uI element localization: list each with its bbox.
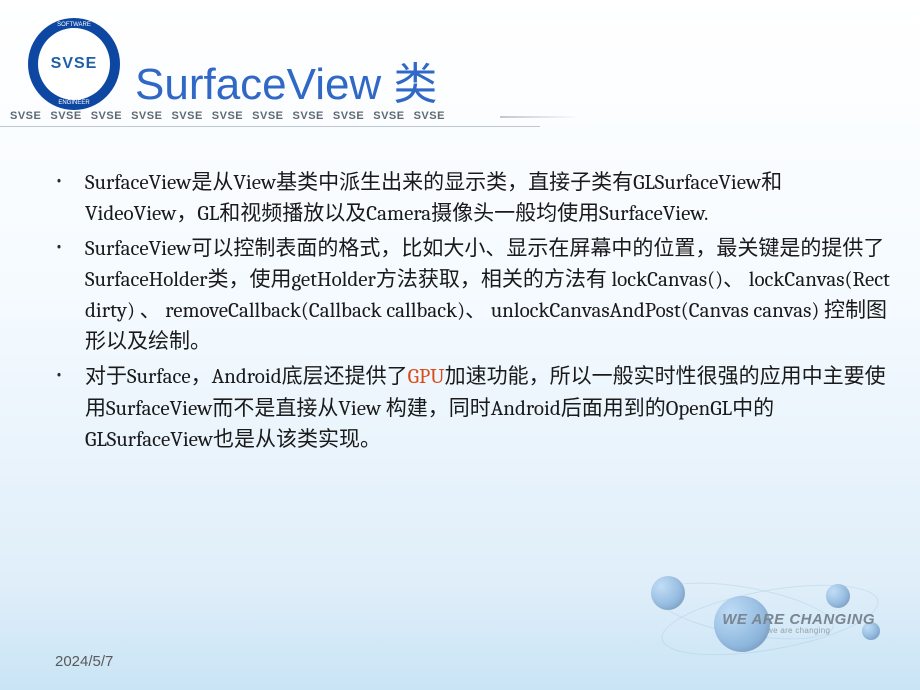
- svse-band-item: SVSE: [50, 110, 81, 122]
- svse-band-item: SVSE: [252, 110, 283, 122]
- bullet-item: SurfaceView可以控制表面的格式，比如大小、显示在屏幕中的位置，最关键是…: [55, 234, 890, 358]
- bullet-item: SurfaceView是从View基类中派生出来的显示类，直接子类有GLSurf…: [55, 168, 890, 230]
- svse-band-item: SVSE: [212, 110, 243, 122]
- logo-center: SVSE: [38, 28, 110, 100]
- slide-header: SOFTWARE SVSE ENGINEER SurfaceView 类 SVS…: [0, 0, 920, 128]
- planet-icon: [826, 584, 850, 608]
- bullet-text-pre: 对于Surface，Android底层还提供了: [85, 365, 408, 389]
- svse-logo: SOFTWARE SVSE ENGINEER: [28, 18, 120, 110]
- slide-date: 2024/5/7: [55, 653, 113, 670]
- svse-band-item: SVSE: [91, 110, 122, 122]
- planet-icon: [651, 576, 685, 610]
- bullet-text: SurfaceView是从View基类中派生出来的显示类，直接子类有GLSurf…: [85, 171, 782, 226]
- bullet-list: SurfaceView是从View基类中派生出来的显示类，直接子类有GLSurf…: [55, 168, 890, 456]
- svse-band-item: SVSE: [171, 110, 202, 122]
- svse-band-item: SVSE: [414, 110, 445, 122]
- logo-ring: SOFTWARE SVSE ENGINEER: [28, 18, 120, 110]
- svse-band-item: SVSE: [10, 110, 41, 122]
- bullet-text: SurfaceView可以控制表面的格式，比如大小、显示在屏幕中的位置，最关键是…: [85, 237, 890, 354]
- slide-title: SurfaceView 类: [135, 48, 437, 112]
- svse-band-item: SVSE: [293, 110, 324, 122]
- tagline-area: WE ARE CHANGING we are changing: [722, 611, 875, 635]
- svse-band-item: SVSE: [333, 110, 364, 122]
- svse-band-item: SVSE: [131, 110, 162, 122]
- svse-band-item: SVSE: [373, 110, 404, 122]
- bullet-item: 对于Surface，Android底层还提供了GPU加速功能，所以一般实时性很强…: [55, 362, 890, 455]
- svse-repeat-band: SVSE SVSE SVSE SVSE SVSE SVSE SVSE SVSE …: [0, 105, 540, 127]
- slide-content: SurfaceView是从View基类中派生出来的显示类，直接子类有GLSurf…: [0, 128, 920, 456]
- logo-ring-text-top: SOFTWARE: [57, 22, 91, 28]
- bullet-highlight: GPU: [408, 365, 445, 389]
